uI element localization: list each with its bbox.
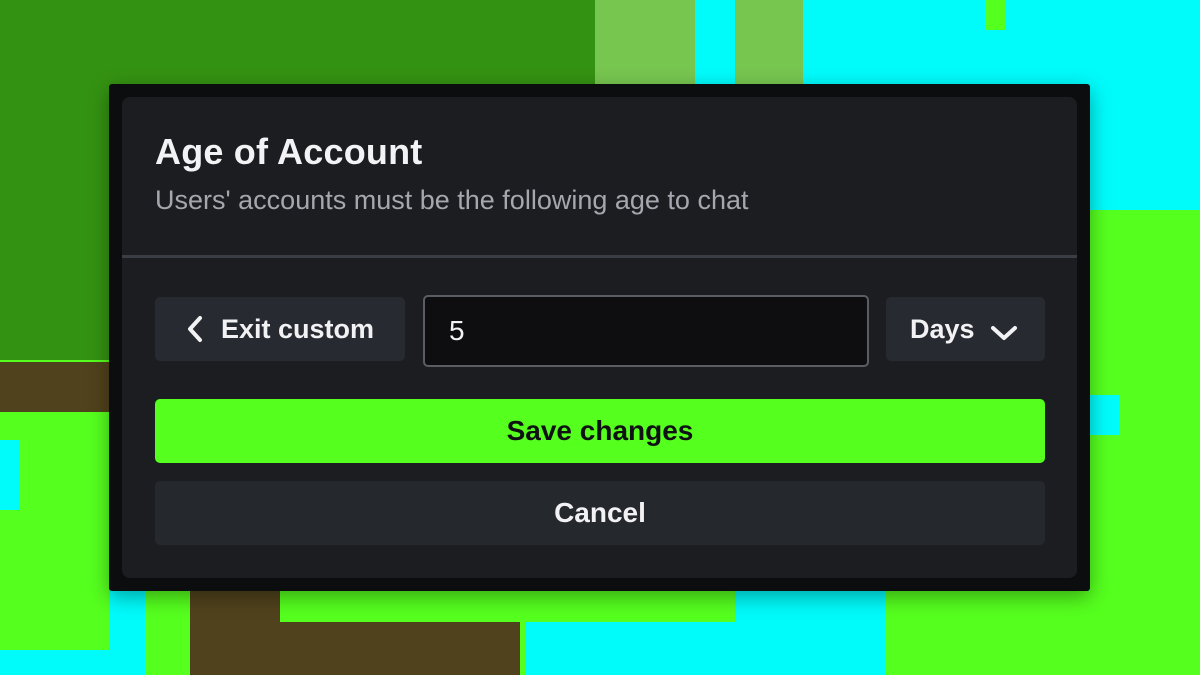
header-divider (122, 255, 1077, 258)
backdrop-water-bottom (525, 622, 735, 675)
exit-custom-button[interactable]: Exit custom (155, 297, 405, 361)
backdrop-water-left (0, 440, 20, 510)
chevron-left-icon (185, 314, 205, 344)
age-of-account-dialog: Age of Account Users' accounts must be t… (122, 97, 1077, 578)
backdrop-grass-right (1090, 210, 1200, 675)
chevron-down-icon (989, 319, 1019, 340)
cancel-button[interactable]: Cancel (155, 481, 1045, 545)
dialog-subtitle: Users' accounts must be the following ag… (155, 185, 749, 215)
backdrop-dirt-bottom (190, 591, 280, 675)
backdrop-dirt-left (0, 362, 109, 412)
exit-custom-label: Exit custom (221, 313, 375, 344)
dialog-header: Age of Account Users' accounts must be t… (122, 97, 1077, 255)
app-screen: Age of Account Users' accounts must be t… (0, 0, 1200, 675)
backdrop-dirt-bottom-2 (280, 622, 520, 675)
age-value-input[interactable] (423, 295, 869, 367)
backdrop-water-right (1090, 395, 1120, 435)
backdrop-grass-bottom-right (885, 591, 1090, 675)
unit-dropdown[interactable]: Days (886, 297, 1045, 361)
backdrop-dirt-pattern-2 (735, 0, 803, 84)
dialog-title: Age of Account (155, 131, 423, 172)
unit-selected-label: Days (910, 313, 975, 344)
age-settings-row: Exit custom Days (155, 295, 1045, 367)
save-changes-button[interactable]: Save changes (155, 399, 1045, 463)
backdrop-dirt-pattern (595, 0, 695, 84)
dialog-frame: Age of Account Users' accounts must be t… (109, 84, 1090, 591)
backdrop-grass-top-right (985, 0, 1005, 30)
